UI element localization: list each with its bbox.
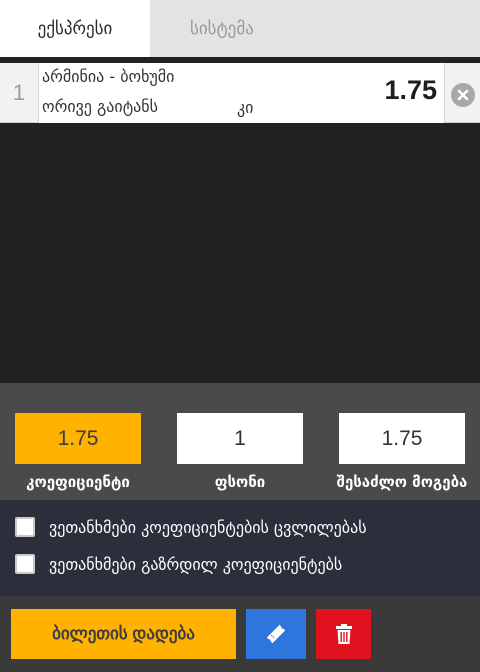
remove-bet-button[interactable] bbox=[451, 83, 475, 107]
bet-slip-empty-area bbox=[0, 123, 480, 383]
close-icon bbox=[457, 89, 469, 101]
market-name: ორივე გაიტანს bbox=[42, 97, 159, 116]
ticket-button[interactable] bbox=[246, 609, 306, 659]
bet-summary-panel: 1.75 1 1.75 კოეფიციენტი ფსონი შესაძლო მო… bbox=[0, 383, 480, 500]
bet-info: არმინია - ბოხუმი ორივე გაიტანს კი 1.75 bbox=[38, 63, 445, 123]
possible-win-label: შესაძლო მოგება bbox=[336, 473, 468, 491]
bet-odds: 1.75 bbox=[384, 75, 437, 105]
stake-input[interactable]: 1 bbox=[177, 413, 303, 464]
bet-index: 1 bbox=[12, 80, 26, 105]
tab-express[interactable]: ექსპრესი bbox=[0, 0, 150, 57]
bet-slip-item: 1 არმინია - ბოხუმი ორივე გაიტანს კი 1.75 bbox=[0, 63, 480, 123]
place-bet-button[interactable]: ბილეთის დადება bbox=[11, 609, 236, 659]
agree-odds-change-checkbox[interactable] bbox=[15, 517, 35, 537]
action-bar: ბილეთის დადება bbox=[0, 596, 480, 672]
coefficient-label: კოეფიციენტი bbox=[26, 473, 130, 491]
ticket-icon bbox=[266, 624, 286, 644]
possible-win-value: 1.75 bbox=[339, 413, 465, 464]
agree-odds-change-label: ვეთანხმები კოეფიციენტების ცვლილებას bbox=[49, 517, 367, 537]
agree-boosted-odds-row[interactable]: ვეთანხმები გაზრდილ კოეფიციენტებს bbox=[0, 546, 480, 582]
agree-boosted-odds-checkbox[interactable] bbox=[15, 554, 35, 574]
trash-icon bbox=[335, 624, 352, 644]
agreements-panel: ვეთანხმები კოეფიციენტების ცვლილებას ვეთა… bbox=[0, 500, 480, 596]
stake-label: ფსონი bbox=[214, 473, 266, 491]
bet-type-tabs: ექსპრესი სისტემა bbox=[0, 0, 480, 57]
match-name: არმინია - ბოხუმი bbox=[42, 67, 175, 86]
tab-system[interactable]: სისტემა bbox=[150, 0, 480, 57]
clear-slip-button[interactable] bbox=[316, 609, 371, 659]
total-coefficient-value: 1.75 bbox=[15, 413, 141, 464]
agree-boosted-odds-label: ვეთანხმები გაზრდილ კოეფიციენტებს bbox=[49, 554, 343, 574]
selected-outcome: კი bbox=[237, 98, 254, 117]
agree-odds-change-row[interactable]: ვეთანხმები კოეფიციენტების ცვლილებას bbox=[0, 509, 480, 545]
